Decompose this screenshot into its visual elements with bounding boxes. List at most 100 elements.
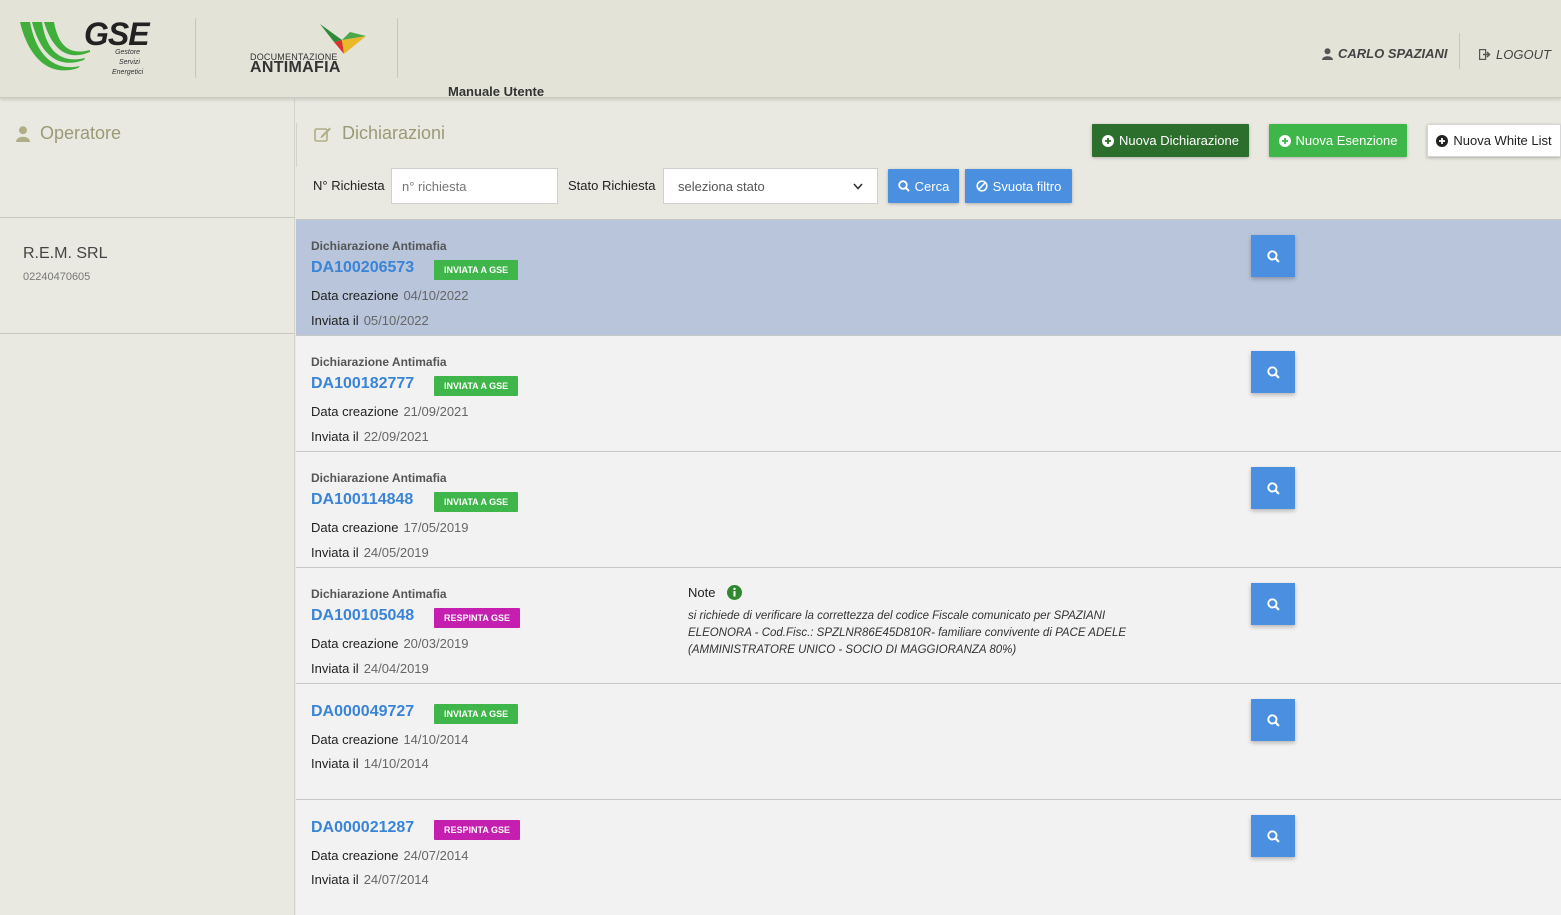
row-code-link[interactable]: DA000021287 — [311, 819, 414, 837]
row-code-link[interactable]: DA100114848 — [311, 491, 413, 509]
view-detail-button[interactable] — [1251, 351, 1295, 393]
header-divider — [397, 18, 398, 78]
status-select-value: seleziona stato — [678, 178, 765, 194]
sent-value: 24/07/2014 — [363, 872, 429, 887]
row-code-link[interactable]: DA000049727 — [311, 703, 414, 721]
new-declaration-button[interactable]: Nuova Dichiarazione — [1092, 124, 1249, 157]
row-created: Data creazione 20/03/2019 — [311, 636, 469, 651]
view-detail-button[interactable] — [1251, 583, 1295, 625]
antimafia-logo-big: ANTIMAFIA — [250, 59, 341, 76]
table-row[interactable]: Dichiarazione Antimafia DA100182777 INVI… — [296, 335, 1561, 451]
row-sent: Inviata il 24/05/2019 — [311, 545, 429, 560]
sent-label: Inviata il — [311, 872, 359, 887]
sent-value: 24/05/2019 — [363, 545, 429, 560]
view-detail-button[interactable] — [1251, 699, 1295, 741]
search-icon — [1266, 829, 1280, 843]
sent-value: 22/09/2021 — [363, 429, 429, 444]
logout-button[interactable]: LOGOUT — [1479, 47, 1551, 62]
new-whitelist-label: Nuova White List — [1453, 133, 1552, 148]
status-label: Stato Richiesta — [568, 178, 656, 193]
row-code-link[interactable]: DA100206573 — [311, 259, 414, 277]
search-icon — [1266, 249, 1280, 263]
new-exemption-label: Nuova Esenzione — [1295, 133, 1398, 148]
row-code-link[interactable]: DA100182777 — [311, 375, 414, 393]
company-code: 02240470605 — [23, 271, 91, 283]
gse-logo[interactable]: GSE Gestore Servizi Energetici — [18, 16, 150, 78]
row-sent: Inviata il 24/07/2014 — [311, 872, 429, 887]
manual-link[interactable]: Manuale Utente — [448, 84, 544, 99]
row-sent: Inviata il 24/04/2019 — [311, 661, 429, 676]
user-name: CARLO SPAZIANI — [1338, 46, 1448, 61]
created-value: 21/09/2021 — [403, 404, 469, 419]
search-icon — [1266, 713, 1280, 727]
header-divider — [195, 18, 196, 78]
logout-label: LOGOUT — [1496, 47, 1551, 62]
search-icon — [1266, 365, 1280, 379]
created-value: 24/07/2014 — [403, 848, 469, 863]
status-badge: INVIATA A GSE — [434, 704, 519, 724]
sidebar-title-label: Operatore — [40, 123, 122, 143]
created-label: Data creazione — [311, 404, 399, 419]
info-icon[interactable] — [727, 585, 743, 600]
app-header: GSE Gestore Servizi Energetici DOCUMENTA… — [0, 0, 1561, 99]
created-value: 20/03/2019 — [403, 636, 469, 651]
status-badge: INVIATA A GSE — [434, 492, 519, 512]
sent-label: Inviata il — [311, 545, 359, 560]
gse-sub-line-3: Energetici — [112, 69, 144, 76]
clear-filter-label: Svuota filtro — [992, 178, 1062, 194]
sidebar-title: Operatore — [16, 123, 121, 144]
plus-circle-icon — [1278, 134, 1291, 147]
search-icon — [1266, 481, 1280, 495]
filter-bar: Dichiarazioni Nuova Dichiarazione Nuova … — [296, 99, 1561, 218]
sidebar-divider — [0, 217, 295, 218]
row-kind: Dichiarazione Antimafia — [311, 355, 447, 369]
search-icon — [897, 180, 910, 192]
clear-filter-button[interactable]: Svuota filtro — [965, 169, 1072, 203]
user-icon — [16, 125, 30, 142]
row-created: Data creazione 24/07/2014 — [311, 848, 469, 863]
view-detail-button[interactable] — [1251, 815, 1295, 857]
row-created: Data creazione 21/09/2021 — [311, 404, 469, 419]
status-badge: INVIATA A GSE — [434, 376, 519, 396]
created-label: Data creazione — [311, 520, 399, 535]
view-detail-button[interactable] — [1251, 235, 1295, 277]
row-code-link[interactable]: DA100105048 — [311, 607, 414, 625]
user-menu[interactable]: CARLO SPAZIANI — [1322, 46, 1448, 61]
created-label: Data creazione — [311, 848, 399, 863]
sent-label: Inviata il — [311, 313, 359, 328]
status-badge: RESPINTA GSE — [434, 608, 521, 628]
table-row[interactable]: Dichiarazione Antimafia DA100114848 INVI… — [296, 451, 1561, 567]
view-detail-button[interactable] — [1251, 467, 1295, 509]
antimafia-bird-icon — [320, 24, 366, 54]
status-badge: INVIATA A GSE — [434, 260, 519, 280]
new-declaration-label: Nuova Dichiarazione — [1119, 133, 1239, 148]
sent-label: Inviata il — [311, 756, 359, 771]
antimafia-logo[interactable]: DOCUMENTAZIONE ANTIMAFIA — [250, 22, 380, 78]
search-button[interactable]: Cerca — [888, 169, 959, 203]
created-value: 04/10/2022 — [403, 288, 469, 303]
header-divider — [1459, 33, 1460, 69]
table-row[interactable]: Dichiarazione Antimafia DA100206573 INVI… — [296, 219, 1561, 335]
gse-sub-line-2: Servizi — [118, 59, 140, 66]
edit-icon — [314, 127, 331, 142]
ban-icon — [976, 180, 988, 192]
sent-value: 24/04/2019 — [363, 661, 429, 676]
plus-circle-icon — [1436, 134, 1449, 147]
request-number-input[interactable] — [391, 168, 558, 204]
created-label: Data creazione — [311, 636, 399, 651]
declarations-list: Dichiarazione Antimafia DA100206573 INVI… — [296, 219, 1561, 915]
status-select[interactable]: seleziona stato — [663, 168, 878, 204]
new-exemption-button[interactable]: Nuova Esenzione — [1269, 124, 1407, 157]
row-kind: Dichiarazione Antimafia — [311, 239, 447, 253]
new-whitelist-button[interactable]: Nuova White List — [1427, 124, 1561, 157]
table-row[interactable]: Dichiarazione Antimafia DA100105048 RESP… — [296, 567, 1561, 683]
user-icon — [1322, 47, 1333, 60]
row-created: Data creazione 14/10/2014 — [311, 732, 469, 747]
table-row[interactable]: DA000049727 INVIATA A GSE Data creazione… — [296, 683, 1561, 799]
company-name[interactable]: R.E.M. SRL — [23, 245, 107, 263]
section-title-label: Dichiarazioni — [342, 123, 446, 143]
gse-sub-line-1: Gestore — [115, 49, 140, 56]
note-label: Note — [688, 585, 716, 600]
table-row[interactable]: DA000021287 RESPINTA GSE Data creazione 2… — [296, 799, 1561, 915]
plus-circle-icon — [1102, 134, 1115, 147]
